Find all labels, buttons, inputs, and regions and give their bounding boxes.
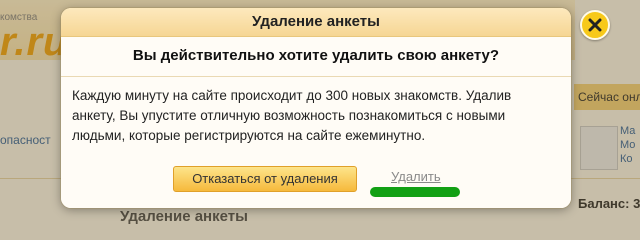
dialog-message: Каждую минуту на сайте происходит до 300… xyxy=(72,88,512,143)
delete-link[interactable]: Удалить xyxy=(391,169,441,184)
close-button[interactable] xyxy=(580,10,610,40)
delete-highlight-marker xyxy=(370,187,460,197)
cancel-deletion-button[interactable]: Отказаться от удаления xyxy=(173,166,357,192)
dialog-question: Вы действительно хотите удалить свою анк… xyxy=(132,47,500,64)
delete-profile-dialog: Удаление анкеты Вы действительно хотите … xyxy=(61,8,571,208)
dialog-body: Вы действительно хотите удалить свою анк… xyxy=(61,37,571,208)
close-icon xyxy=(588,18,602,32)
dialog-title: Удаление анкеты xyxy=(61,8,571,37)
dialog-divider xyxy=(61,76,571,77)
